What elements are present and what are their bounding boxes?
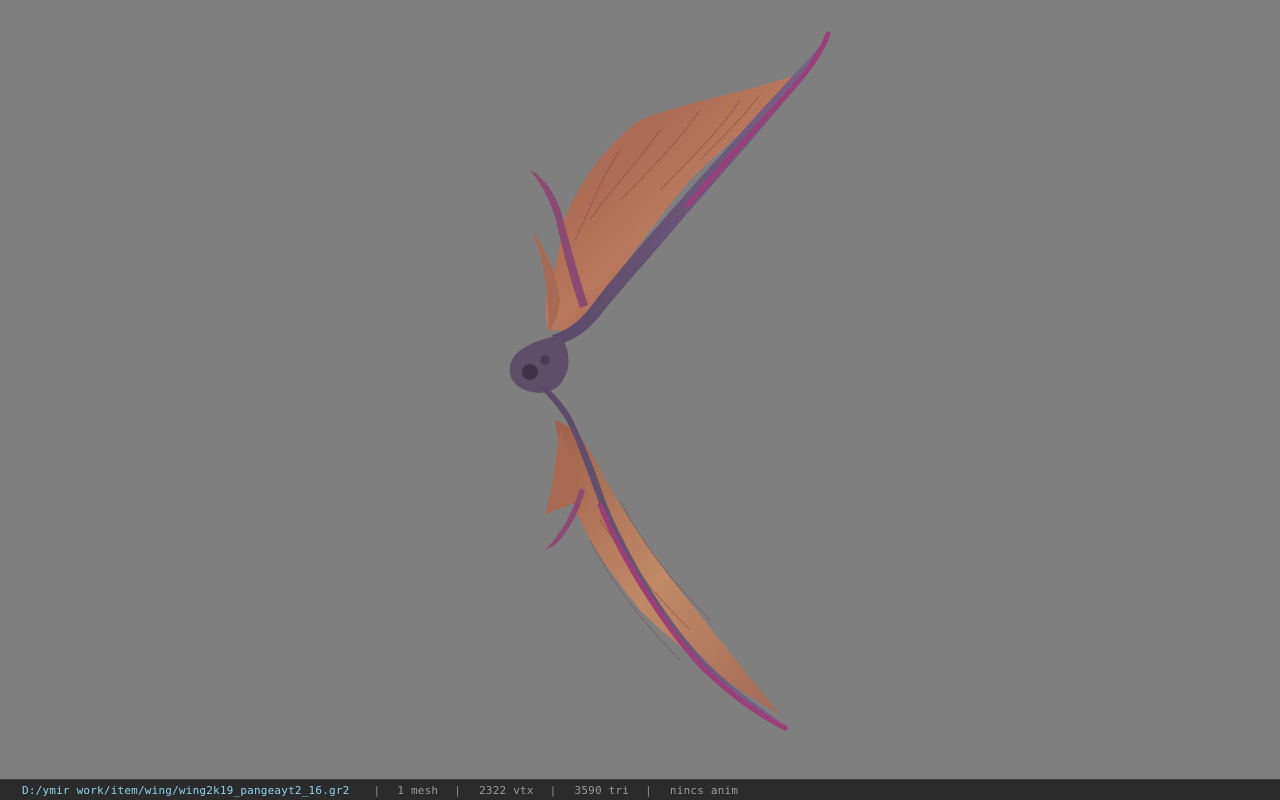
model-viewport[interactable] <box>0 0 1280 779</box>
anim-status: nincs anim <box>669 783 739 797</box>
wrist-joint <box>509 335 569 393</box>
separator: | <box>373 783 381 797</box>
status-bar: D:/ymir work/item/wing/wing2k19_pangeayt… <box>0 779 1280 800</box>
mesh-count: 1 mesh <box>397 783 439 797</box>
wing-model <box>509 31 831 731</box>
separator: | <box>454 783 462 797</box>
triangle-count: 3590 tri <box>574 783 630 797</box>
separator: | <box>645 783 652 797</box>
file-path: D:/ymir work/item/wing/wing2k19_pangeayt… <box>22 783 350 797</box>
separator: | <box>549 783 557 797</box>
vertex-count: 2322 vtx <box>479 783 534 797</box>
